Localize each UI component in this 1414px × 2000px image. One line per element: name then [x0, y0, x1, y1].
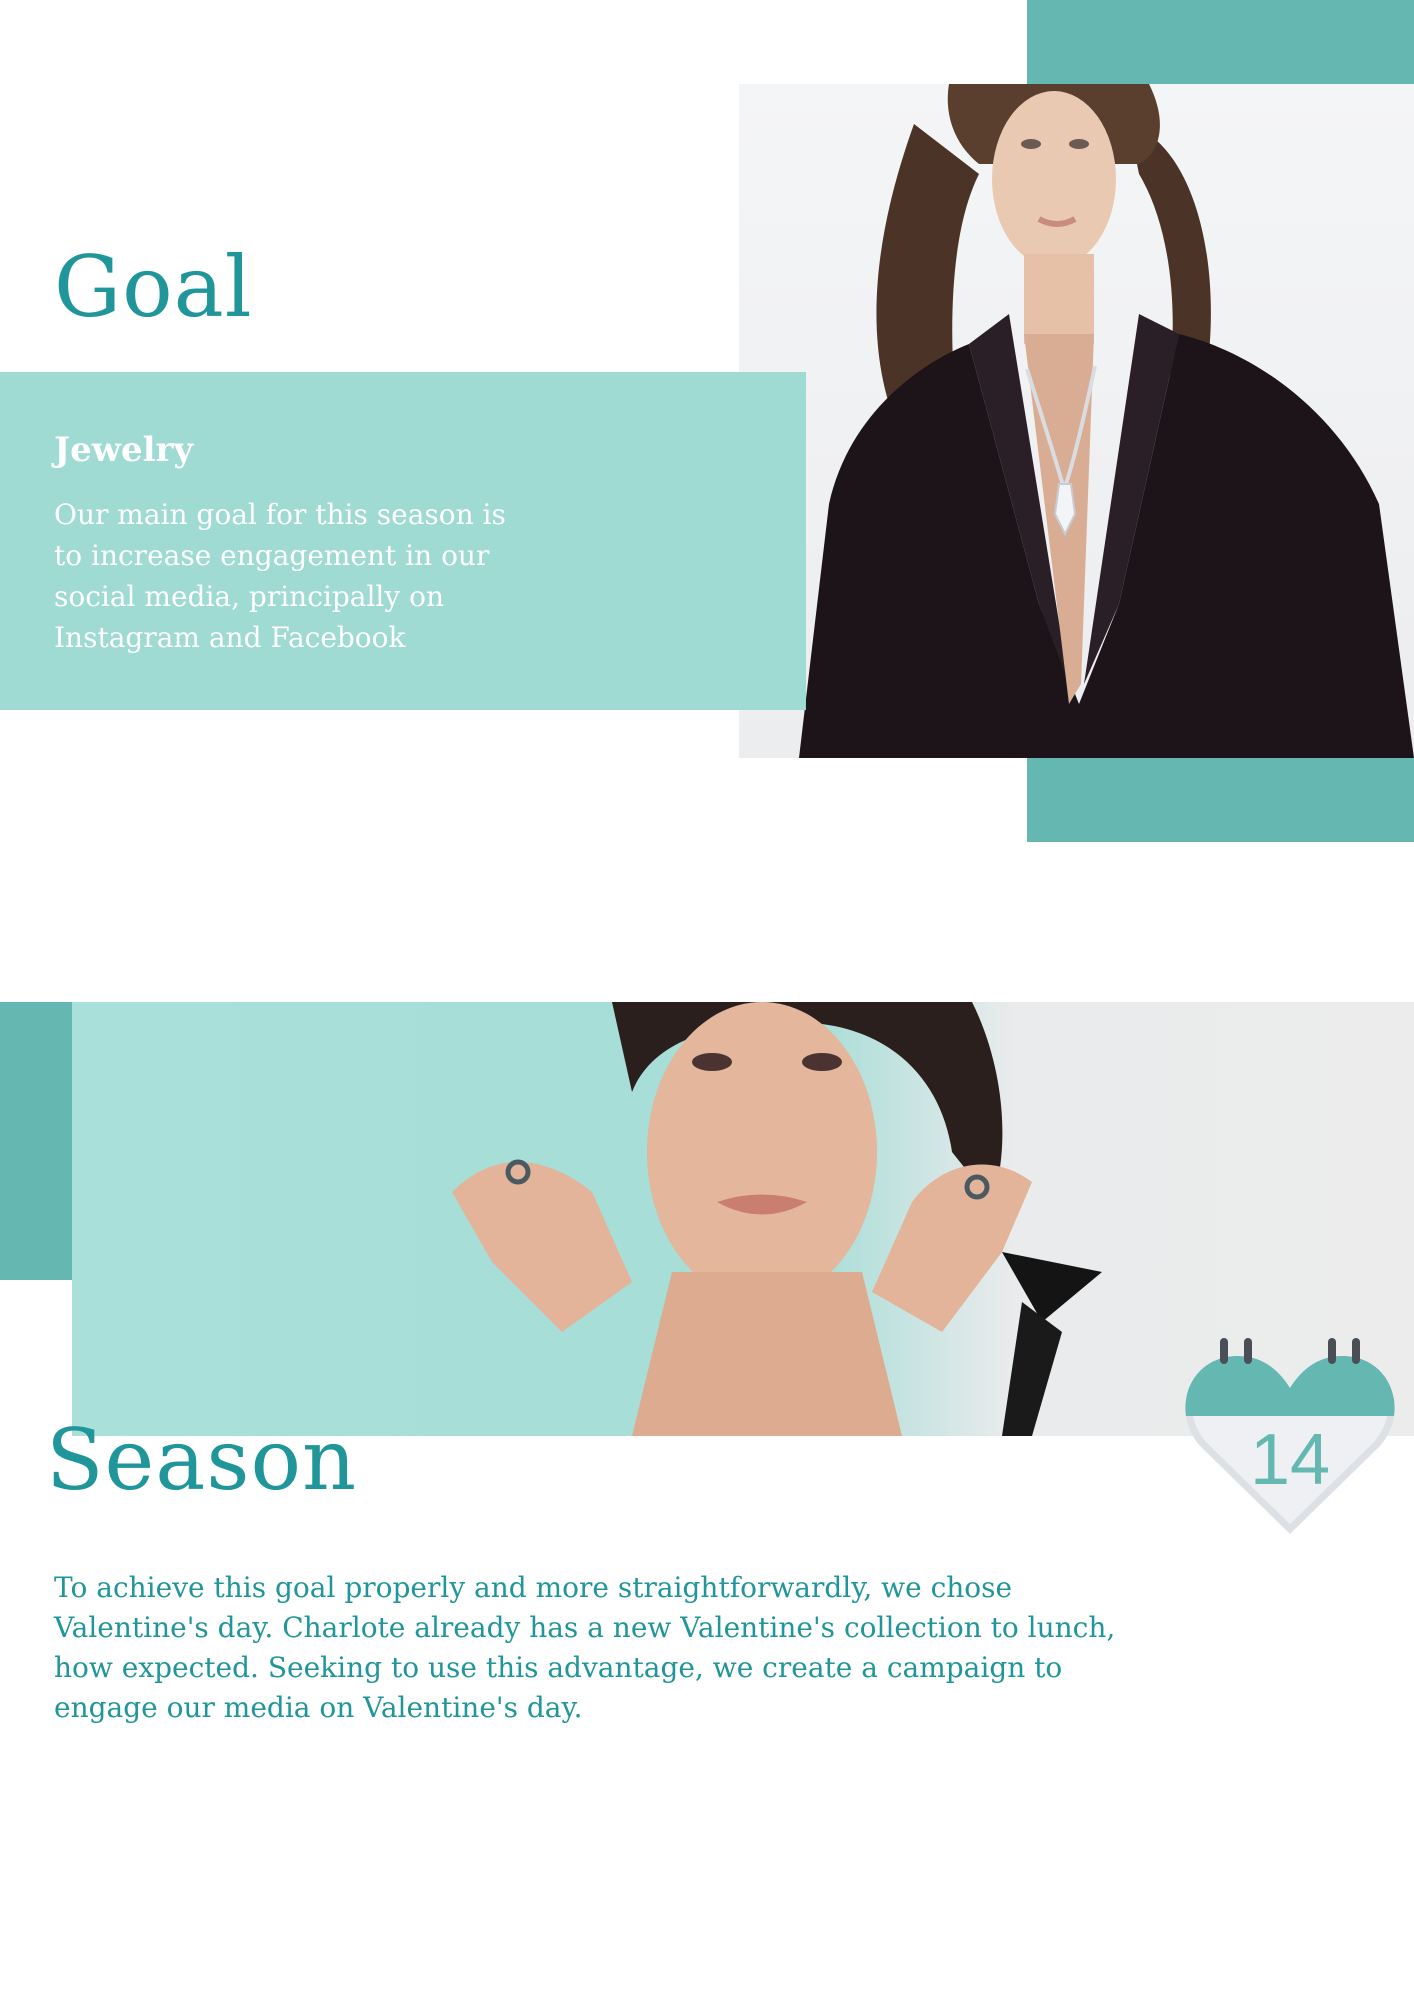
goal-accent-bar-top — [1027, 0, 1414, 84]
calendar-day-number: 14 — [1250, 1420, 1330, 1500]
goal-body-text: Our main goal for this season is to incr… — [54, 498, 506, 654]
goal-model-photo — [739, 84, 1414, 758]
goal-title: Goal — [54, 238, 253, 336]
season-title: Season — [46, 1411, 358, 1509]
heart-calendar-icon: 14 — [1180, 1328, 1400, 1548]
season-accent-bar-left — [0, 1002, 72, 1280]
goal-model-illustration — [799, 84, 1414, 758]
season-body-text: To achieve this goal properly and more s… — [54, 1571, 1116, 1724]
goal-subheading: Jewelry — [54, 430, 194, 470]
goal-accent-bar-bottom — [1027, 758, 1414, 842]
